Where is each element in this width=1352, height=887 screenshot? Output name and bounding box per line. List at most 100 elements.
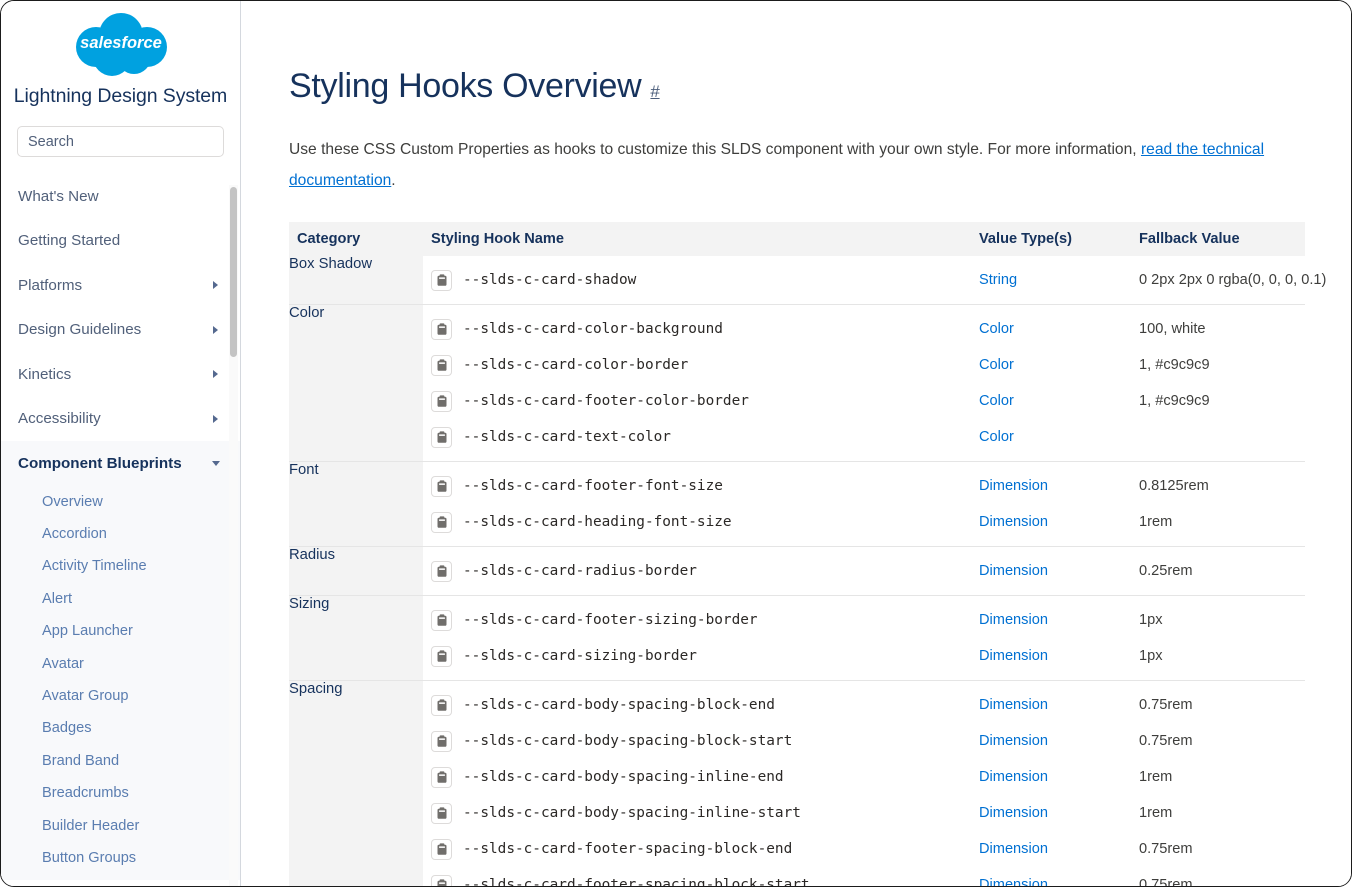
- copy-hook-button[interactable]: [431, 646, 452, 667]
- copy-hook-button[interactable]: [431, 561, 452, 582]
- sidebar-subitem-avatar-group[interactable]: Avatar Group: [1, 680, 240, 712]
- fallback-value: 0.75rem: [1139, 877, 1193, 886]
- value-type-cell: Dimension Dimension: [971, 596, 1131, 681]
- hook-name: --slds-c-card-body-spacing-inline-start: [463, 805, 801, 821]
- copy-hook-button[interactable]: [431, 512, 452, 533]
- sidebar-subitem-builder-header[interactable]: Builder Header: [1, 809, 240, 841]
- hook-name: --slds-c-card-footer-sizing-border: [463, 612, 758, 628]
- value-type-cell: String: [971, 256, 1131, 305]
- sidebar-item-getting-started[interactable]: Getting Started: [1, 219, 240, 264]
- main-content: Styling Hooks Overview # Use these CSS C…: [241, 1, 1351, 886]
- copy-hook-button[interactable]: [431, 391, 452, 412]
- hook-name: --slds-c-card-radius-border: [463, 563, 697, 579]
- sidebar-sublist: OverviewAccordionActivity TimelineAlertA…: [1, 486, 240, 881]
- hook-name: --slds-c-card-shadow: [463, 272, 636, 288]
- value-type-link[interactable]: Dimension: [979, 841, 1048, 857]
- value-type-link[interactable]: Dimension: [979, 612, 1048, 628]
- sidebar-subitem-activity-timeline[interactable]: Activity Timeline: [1, 550, 240, 582]
- chevron-down-icon[interactable]: [212, 458, 222, 468]
- category-cell: Spacing: [289, 681, 423, 887]
- brand-header[interactable]: salesforce Lightning Design System: [1, 1, 240, 114]
- clipboard-copy-icon: [436, 516, 448, 529]
- value-type-row: Color: [971, 383, 1131, 419]
- chevron-right-icon[interactable]: [212, 325, 222, 335]
- copy-hook-button[interactable]: [431, 695, 452, 716]
- chevron-right-icon[interactable]: [212, 414, 222, 424]
- sidebar-item-label: Getting Started: [18, 232, 222, 249]
- fallback-value-row: 1, #c9c9c9: [1131, 347, 1305, 383]
- copy-hook-button[interactable]: [431, 875, 452, 887]
- sidebar-subitem-brand-band[interactable]: Brand Band: [1, 745, 240, 777]
- value-type-link[interactable]: Color: [979, 393, 1014, 409]
- sidebar-item-what-s-new[interactable]: What's New: [1, 174, 240, 219]
- value-type-link[interactable]: Dimension: [979, 733, 1048, 749]
- fallback-value: 0.8125rem: [1139, 478, 1209, 494]
- sidebar-subitem-alert[interactable]: Alert: [1, 583, 240, 615]
- sidebar-subitem-overview[interactable]: Overview: [1, 486, 240, 518]
- search-input[interactable]: [17, 126, 224, 157]
- sidebar-subitem-button-groups[interactable]: Button Groups: [1, 842, 240, 874]
- copy-hook-button[interactable]: [431, 270, 452, 291]
- value-type-row: Dimension: [971, 638, 1131, 674]
- copy-hook-button[interactable]: [431, 803, 452, 824]
- fallback-value-row: 1rem: [1131, 504, 1305, 540]
- value-type-link[interactable]: Dimension: [979, 877, 1048, 886]
- fallback-value: 1px: [1139, 612, 1163, 628]
- fallback-value-cell: 1px1px: [1131, 596, 1305, 681]
- value-type-link[interactable]: Dimension: [979, 697, 1048, 713]
- sidebar-subitem-app-launcher[interactable]: App Launcher: [1, 615, 240, 647]
- chevron-right-icon[interactable]: [212, 369, 222, 379]
- value-type-link[interactable]: Color: [979, 429, 1014, 445]
- fallback-value-row: 1px: [1131, 602, 1305, 638]
- table-row: --slds-c-card-text-color: [423, 419, 971, 455]
- sidebar-item-label: Kinetics: [18, 366, 204, 383]
- table-row: --slds-c-card-body-spacing-block-end: [423, 687, 971, 723]
- clipboard-copy-icon: [436, 565, 448, 578]
- sidebar-subitem-badges[interactable]: Badges: [1, 712, 240, 744]
- fallback-value: 1rem: [1139, 805, 1172, 821]
- value-type-link[interactable]: Color: [979, 357, 1014, 373]
- value-type-link[interactable]: Dimension: [979, 514, 1048, 530]
- copy-hook-button[interactable]: [431, 476, 452, 497]
- sidebar-item-kinetics[interactable]: Kinetics: [1, 352, 240, 397]
- copy-hook-button[interactable]: [431, 355, 452, 376]
- sidebar-item-component-blueprints[interactable]: Component Blueprints: [1, 441, 240, 486]
- copy-hook-button[interactable]: [431, 427, 452, 448]
- value-type-link[interactable]: Dimension: [979, 563, 1048, 579]
- fallback-value: 1rem: [1139, 514, 1172, 530]
- sidebar-item-design-guidelines[interactable]: Design Guidelines: [1, 308, 240, 353]
- fallback-value-row: 0 2px 2px 0 rgba(0, 0, 0, 0.1): [1131, 262, 1305, 298]
- value-type-link[interactable]: String: [979, 272, 1017, 288]
- copy-hook-button[interactable]: [431, 319, 452, 340]
- sidebar-subitem-accordion[interactable]: Accordion: [1, 518, 240, 550]
- table-section: Box Shadow --slds-c-card-shadowString0 2…: [289, 256, 1305, 305]
- fallback-value-row: 1, #c9c9c9: [1131, 383, 1305, 419]
- value-type-link[interactable]: Dimension: [979, 769, 1048, 785]
- copy-hook-button[interactable]: [431, 839, 452, 860]
- value-type-row: Dimension: [971, 831, 1131, 867]
- sidebar-subitem-breadcrumbs[interactable]: Breadcrumbs: [1, 777, 240, 809]
- copy-hook-button[interactable]: [431, 767, 452, 788]
- hook-name: --slds-c-card-sizing-border: [463, 648, 697, 664]
- table-section: Spacing --slds-c-card-body-spacing-block…: [289, 681, 1305, 887]
- fallback-value-row: 0.8125rem: [1131, 468, 1305, 504]
- value-type-row: Color: [971, 311, 1131, 347]
- clipboard-copy-icon: [436, 614, 448, 627]
- value-type-link[interactable]: Dimension: [979, 478, 1048, 494]
- sidebar-subitem-avatar[interactable]: Avatar: [1, 647, 240, 679]
- value-type-link[interactable]: Dimension: [979, 648, 1048, 664]
- column-header-hook-name: Styling Hook Name: [423, 222, 971, 256]
- value-type-link[interactable]: Color: [979, 321, 1014, 337]
- clipboard-copy-icon: [436, 431, 448, 444]
- anchor-link-icon[interactable]: #: [650, 82, 659, 102]
- sidebar-item-platforms[interactable]: Platforms: [1, 263, 240, 308]
- copy-hook-button[interactable]: [431, 610, 452, 631]
- sidebar-item-accessibility[interactable]: Accessibility: [1, 397, 240, 442]
- fallback-value: 0.75rem: [1139, 841, 1193, 857]
- brand-title: Lightning Design System: [1, 85, 240, 108]
- copy-hook-button[interactable]: [431, 731, 452, 752]
- value-type-link[interactable]: Dimension: [979, 805, 1048, 821]
- sidebar-scrollbar-thumb[interactable]: [230, 187, 237, 357]
- table-row: --slds-c-card-heading-font-size: [423, 504, 971, 540]
- chevron-right-icon[interactable]: [212, 280, 222, 290]
